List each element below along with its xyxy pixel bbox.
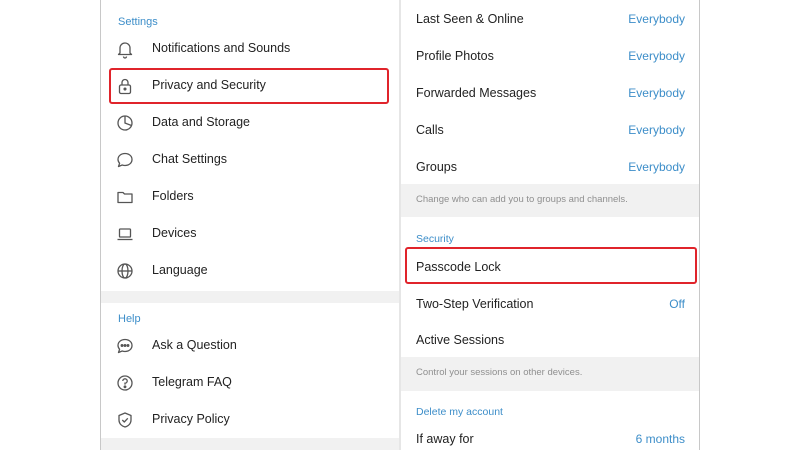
row-label: Two-Step Verification bbox=[416, 297, 534, 311]
row-passcode-lock[interactable]: Passcode Lock bbox=[401, 248, 699, 285]
row-label: Passcode Lock bbox=[416, 260, 501, 274]
laptop-icon bbox=[115, 224, 135, 244]
row-label: Forwarded Messages bbox=[416, 86, 537, 100]
menu-item-label: Devices bbox=[152, 226, 197, 240]
sessions-hint-text: Control your sessions on other devices. bbox=[416, 367, 583, 378]
menu-item-label: Ask a Question bbox=[152, 338, 237, 352]
menu-item-label: Chat Settings bbox=[152, 152, 228, 166]
chat-bubble-icon bbox=[115, 150, 135, 170]
row-value: Everybody bbox=[628, 160, 685, 174]
row-two-step-verification[interactable]: Two-Step Verification Off bbox=[401, 285, 699, 322]
row-if-away-for[interactable]: If away for 6 months bbox=[401, 421, 699, 450]
help-section-header: Help bbox=[118, 313, 141, 325]
menu-item-notifications[interactable]: Notifications and Sounds bbox=[101, 30, 399, 67]
settings-panel: Settings Notifications and Sounds Privac… bbox=[101, 0, 399, 450]
section-separator bbox=[101, 291, 399, 303]
menu-item-label: Privacy Policy bbox=[152, 412, 230, 426]
menu-item-label: Data and Storage bbox=[152, 115, 250, 129]
menu-item-label: Language bbox=[152, 263, 208, 277]
security-section-header: Security bbox=[416, 233, 454, 245]
pie-chart-icon bbox=[115, 113, 135, 133]
row-groups[interactable]: Groups Everybody bbox=[401, 148, 699, 185]
row-forwarded-messages[interactable]: Forwarded Messages Everybody bbox=[401, 74, 699, 111]
row-label: Calls bbox=[416, 123, 444, 137]
folder-icon bbox=[115, 187, 135, 207]
row-calls[interactable]: Calls Everybody bbox=[401, 111, 699, 148]
menu-item-devices[interactable]: Devices bbox=[101, 215, 399, 252]
sessions-hint: Control your sessions on other devices. bbox=[401, 357, 699, 391]
menu-item-language[interactable]: Language bbox=[101, 252, 399, 289]
row-value: 6 months bbox=[635, 432, 685, 446]
groups-hint-text: Change who can add you to groups and cha… bbox=[416, 194, 628, 205]
menu-item-label: Folders bbox=[152, 189, 194, 203]
privacy-security-panel: Last Seen & Online Everybody Profile Pho… bbox=[401, 0, 699, 450]
settings-section-header: Settings bbox=[118, 16, 158, 28]
question-circle-icon bbox=[115, 373, 135, 393]
delete-account-section-header: Delete my account bbox=[416, 406, 503, 418]
row-value: Everybody bbox=[628, 86, 685, 100]
row-active-sessions[interactable]: Active Sessions bbox=[401, 321, 699, 358]
menu-item-data-storage[interactable]: Data and Storage bbox=[101, 104, 399, 141]
lock-icon bbox=[115, 76, 135, 96]
row-last-seen[interactable]: Last Seen & Online Everybody bbox=[401, 0, 699, 37]
row-value: Everybody bbox=[628, 123, 685, 137]
row-value: Everybody bbox=[628, 12, 685, 26]
bottom-separator bbox=[101, 438, 399, 450]
row-label: Profile Photos bbox=[416, 49, 494, 63]
menu-item-privacy-policy[interactable]: Privacy Policy bbox=[101, 401, 399, 438]
menu-item-folders[interactable]: Folders bbox=[101, 178, 399, 215]
menu-item-label: Privacy and Security bbox=[152, 78, 266, 92]
menu-item-privacy-security[interactable]: Privacy and Security bbox=[101, 67, 399, 104]
shield-check-icon bbox=[115, 410, 135, 430]
row-label: If away for bbox=[416, 432, 474, 446]
row-label: Active Sessions bbox=[416, 333, 505, 347]
menu-item-label: Telegram FAQ bbox=[152, 375, 232, 389]
groups-hint: Change who can add you to groups and cha… bbox=[401, 184, 699, 217]
menu-item-ask-question[interactable]: Ask a Question bbox=[101, 327, 399, 364]
row-label: Last Seen & Online bbox=[416, 12, 524, 26]
row-value: Off bbox=[669, 297, 685, 311]
menu-item-chat-settings[interactable]: Chat Settings bbox=[101, 141, 399, 178]
row-profile-photos[interactable]: Profile Photos Everybody bbox=[401, 37, 699, 74]
chat-dots-icon bbox=[115, 336, 135, 356]
row-value: Everybody bbox=[628, 49, 685, 63]
menu-item-telegram-faq[interactable]: Telegram FAQ bbox=[101, 364, 399, 401]
menu-item-label: Notifications and Sounds bbox=[152, 41, 291, 55]
bell-icon bbox=[115, 39, 135, 59]
globe-icon bbox=[115, 261, 135, 281]
row-label: Groups bbox=[416, 160, 457, 174]
